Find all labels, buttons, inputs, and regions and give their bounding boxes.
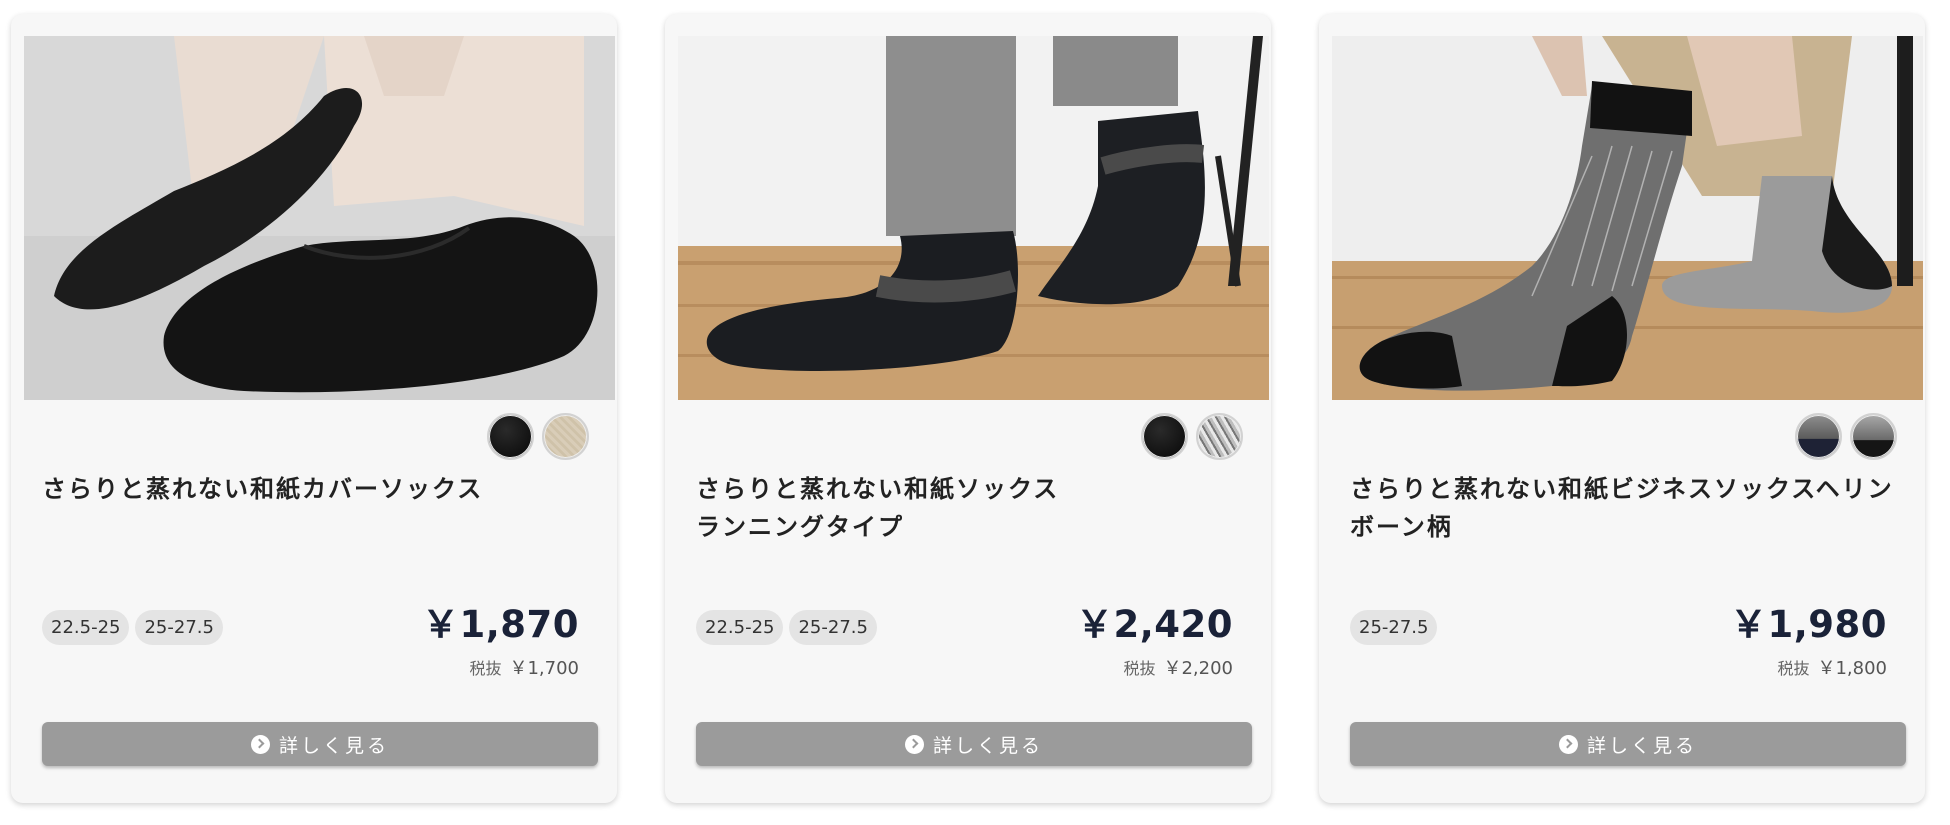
product-card[interactable]: さらりと蒸れない和紙カバーソックス 22.5-25 25-27.5 ￥1,870…: [11, 14, 617, 803]
price: ￥1,870: [421, 603, 579, 646]
view-details-button[interactable]: 詳しく見る: [1350, 722, 1906, 766]
tax-excluded-price: 税抜 ￥2,200: [1123, 654, 1233, 680]
product-title[interactable]: さらりと蒸れない和紙ソックス ランニングタイプ: [696, 470, 1256, 546]
view-details-label: 詳しく見る: [278, 734, 389, 757]
chevron-right-circle-icon: [250, 734, 270, 754]
color-swatches: [1795, 413, 1897, 460]
size-tag: 25-27.5: [135, 610, 223, 645]
color-swatches: [1141, 413, 1243, 460]
view-details-button[interactable]: 詳しく見る: [42, 722, 598, 766]
chevron-right-circle-icon: [1558, 734, 1578, 754]
product-card[interactable]: さらりと蒸れない和紙ビジネスソックスヘリンボーン柄 25-27.5 ￥1,980…: [1319, 14, 1925, 803]
tax-price-value: ￥1,700: [509, 658, 579, 679]
color-swatch-navy[interactable]: [1795, 413, 1842, 460]
product-image[interactable]: [1332, 36, 1923, 400]
color-swatch-black[interactable]: [1850, 413, 1897, 460]
product-title[interactable]: さらりと蒸れない和紙カバーソックス: [42, 470, 602, 508]
size-tags: 25-27.5: [1350, 610, 1438, 645]
product-image[interactable]: [24, 36, 615, 400]
tax-price-value: ￥1,800: [1817, 658, 1887, 679]
tax-price-value: ￥2,200: [1163, 658, 1233, 679]
color-swatches: [487, 413, 589, 460]
price: ￥2,420: [1075, 603, 1233, 646]
product-grid: さらりと蒸れない和紙カバーソックス 22.5-25 25-27.5 ￥1,870…: [0, 0, 1950, 825]
size-tag: 25-27.5: [1350, 610, 1438, 645]
view-details-label: 詳しく見る: [1586, 734, 1697, 757]
color-swatch-black[interactable]: [487, 413, 534, 460]
color-swatch-grey[interactable]: [1196, 413, 1243, 460]
tax-excluded-price: 税抜 ￥1,800: [1777, 654, 1887, 680]
color-swatch-black[interactable]: [1141, 413, 1188, 460]
tax-label: 税抜: [1123, 659, 1156, 678]
size-tags: 22.5-25 25-27.5: [696, 610, 877, 645]
product-card[interactable]: さらりと蒸れない和紙ソックス ランニングタイプ 22.5-25 25-27.5 …: [665, 14, 1271, 803]
tax-excluded-price: 税抜 ￥1,700: [469, 654, 579, 680]
size-tag: 22.5-25: [42, 610, 130, 645]
color-swatch-beige[interactable]: [542, 413, 589, 460]
view-details-button[interactable]: 詳しく見る: [696, 722, 1252, 766]
size-tag: 25-27.5: [789, 610, 877, 645]
product-title[interactable]: さらりと蒸れない和紙ビジネスソックスヘリンボーン柄: [1350, 470, 1910, 546]
chevron-right-circle-icon: [904, 734, 924, 754]
tax-label: 税抜: [1777, 659, 1810, 678]
view-details-label: 詳しく見る: [932, 734, 1043, 757]
price: ￥1,980: [1729, 603, 1887, 646]
size-tag: 22.5-25: [696, 610, 784, 645]
size-tags: 22.5-25 25-27.5: [42, 610, 223, 645]
product-image[interactable]: [678, 36, 1269, 400]
tax-label: 税抜: [469, 659, 502, 678]
